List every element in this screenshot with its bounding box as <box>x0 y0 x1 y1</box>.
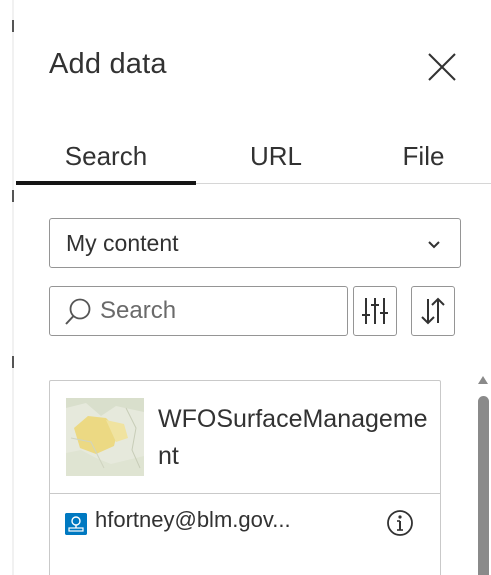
close-icon <box>428 53 456 81</box>
scroll-up-arrow-icon[interactable] <box>478 376 488 384</box>
result-title: WFOSurfaceManagement <box>158 405 428 470</box>
results-list: WFOSurfaceManagement hfortney@blm.gov... <box>49 380 441 575</box>
scroll-thumb[interactable] <box>478 396 489 575</box>
filter-sliders-icon <box>362 298 388 324</box>
tab-url[interactable]: URL <box>196 128 356 184</box>
edge-line <box>12 0 14 575</box>
panel-title: Add data <box>49 48 167 80</box>
sort-button[interactable] <box>411 286 455 336</box>
content-source-select[interactable]: My content <box>49 218 461 268</box>
result-owner: hfortney@blm.gov... <box>95 507 291 532</box>
map-thumbnail <box>66 398 144 476</box>
sort-icon <box>421 297 445 325</box>
add-data-panel: Add data Search URL File My content Sear… <box>16 0 491 575</box>
search-icon <box>65 298 91 325</box>
tab-file[interactable]: File <box>356 128 491 184</box>
content-source-value: My content <box>66 229 179 256</box>
info-icon <box>387 510 413 536</box>
search-input[interactable] <box>100 297 340 325</box>
close-button[interactable] <box>424 49 460 85</box>
result-card-main[interactable]: WFOSurfaceManagement <box>50 381 440 494</box>
results-scrollbar[interactable] <box>474 376 491 575</box>
chevron-down-icon <box>428 241 440 249</box>
search-field <box>49 286 348 336</box>
edge-tick <box>12 356 14 368</box>
info-button[interactable] <box>385 508 415 538</box>
tab-bar: Search URL File <box>16 128 491 185</box>
result-card: WFOSurfaceManagement hfortney@blm.gov... <box>49 380 441 575</box>
edge-tick <box>12 190 14 202</box>
panel-header: Add data <box>16 0 491 130</box>
tab-search[interactable]: Search <box>16 128 196 184</box>
feature-layer-icon <box>65 513 87 535</box>
active-tab-indicator <box>16 181 196 185</box>
edge-tick <box>12 20 14 32</box>
filter-button[interactable] <box>353 286 397 336</box>
left-edge-strip <box>0 0 14 575</box>
result-card-footer: hfortney@blm.gov... <box>50 495 440 550</box>
